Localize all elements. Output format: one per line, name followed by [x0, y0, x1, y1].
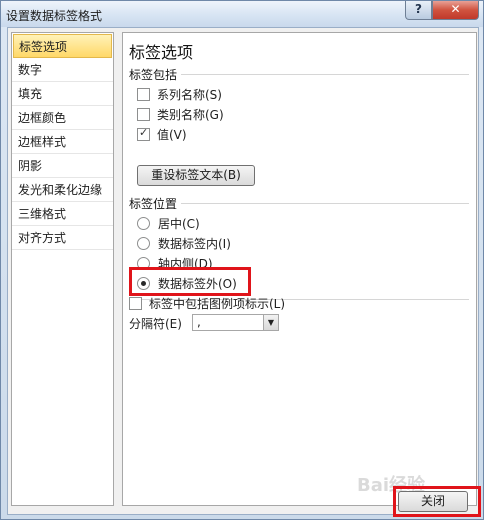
position-inside-end-row[interactable]: 数据标签内(I) [137, 234, 231, 252]
value-row[interactable]: 值(V) [137, 125, 187, 143]
window-close-button[interactable]: ✕ [432, 1, 479, 20]
title-bar[interactable]: 设置数据标签格式 ? ✕ [1, 1, 483, 27]
sidebar-item-fill[interactable]: 填充 [12, 82, 113, 106]
sidebar-item-border-color[interactable]: 边框颜色 [12, 106, 113, 130]
sidebar-item-glow-soft-edges[interactable]: 发光和柔化边缘 [12, 178, 113, 202]
section-divider [181, 203, 469, 204]
category-name-label: 类别名称(G) [157, 107, 224, 122]
dialog-body: 标签选项 数字 填充 边框颜色 边框样式 阴影 发光和柔化边缘 三维格式 对齐方… [7, 27, 479, 515]
dialog-window: 设置数据标签格式 ? ✕ 标签选项 数字 填充 边框颜色 边框样式 阴影 发光和… [0, 0, 484, 520]
sidebar-item-number[interactable]: 数字 [12, 58, 113, 82]
series-name-label: 系列名称(S) [157, 87, 222, 102]
separator-select[interactable]: , ▼ [192, 314, 279, 331]
position-center-row[interactable]: 居中(C) [137, 214, 200, 232]
label-position-heading: 标签位置 [129, 197, 178, 211]
sidebar-item-alignment[interactable]: 对齐方式 [12, 226, 113, 250]
section-divider [181, 74, 469, 75]
position-center-label: 居中(C) [158, 216, 200, 231]
sidebar-item-label-options[interactable]: 标签选项 [13, 34, 112, 58]
label-contains-heading: 标签包括 [129, 68, 178, 82]
sidebar-item-3d-format[interactable]: 三维格式 [12, 202, 113, 226]
highlight-box [393, 486, 481, 517]
separator-value: , [197, 315, 201, 329]
sidebar-item-border-style[interactable]: 边框样式 [12, 130, 113, 154]
position-center-radio[interactable] [137, 216, 150, 230]
highlight-box [129, 267, 251, 296]
options-panel: 标签选项 标签包括 系列名称(S) 类别名称(G) 值(V) 重设标签文本(B)… [122, 32, 477, 506]
series-name-row[interactable]: 系列名称(S) [137, 85, 222, 103]
category-sidebar: 标签选项 数字 填充 边框颜色 边框样式 阴影 发光和柔化边缘 三维格式 对齐方… [11, 32, 114, 506]
value-label: 值(V) [157, 127, 187, 142]
sidebar-item-shadow[interactable]: 阴影 [12, 154, 113, 178]
window-title: 设置数据标签格式 [6, 9, 103, 23]
series-name-checkbox[interactable] [137, 87, 150, 101]
include-legend-key-checkbox[interactable] [129, 296, 142, 310]
separator-label: 分隔符(E) [129, 317, 182, 331]
include-legend-key-label: 标签中包括图例项标示(L) [149, 296, 286, 311]
position-inside-end-label: 数据标签内(I) [158, 236, 231, 251]
help-button[interactable]: ? [405, 1, 432, 20]
panel-title: 标签选项 [129, 43, 194, 62]
category-name-checkbox[interactable] [137, 107, 150, 121]
category-name-row[interactable]: 类别名称(G) [137, 105, 224, 123]
value-checkbox[interactable] [137, 126, 150, 141]
chevron-down-icon[interactable]: ▼ [263, 315, 278, 330]
reset-label-text-button[interactable]: 重设标签文本(B) [137, 165, 255, 186]
position-inside-end-radio[interactable] [137, 236, 150, 250]
include-legend-key-row[interactable]: 标签中包括图例项标示(L) [129, 294, 285, 312]
